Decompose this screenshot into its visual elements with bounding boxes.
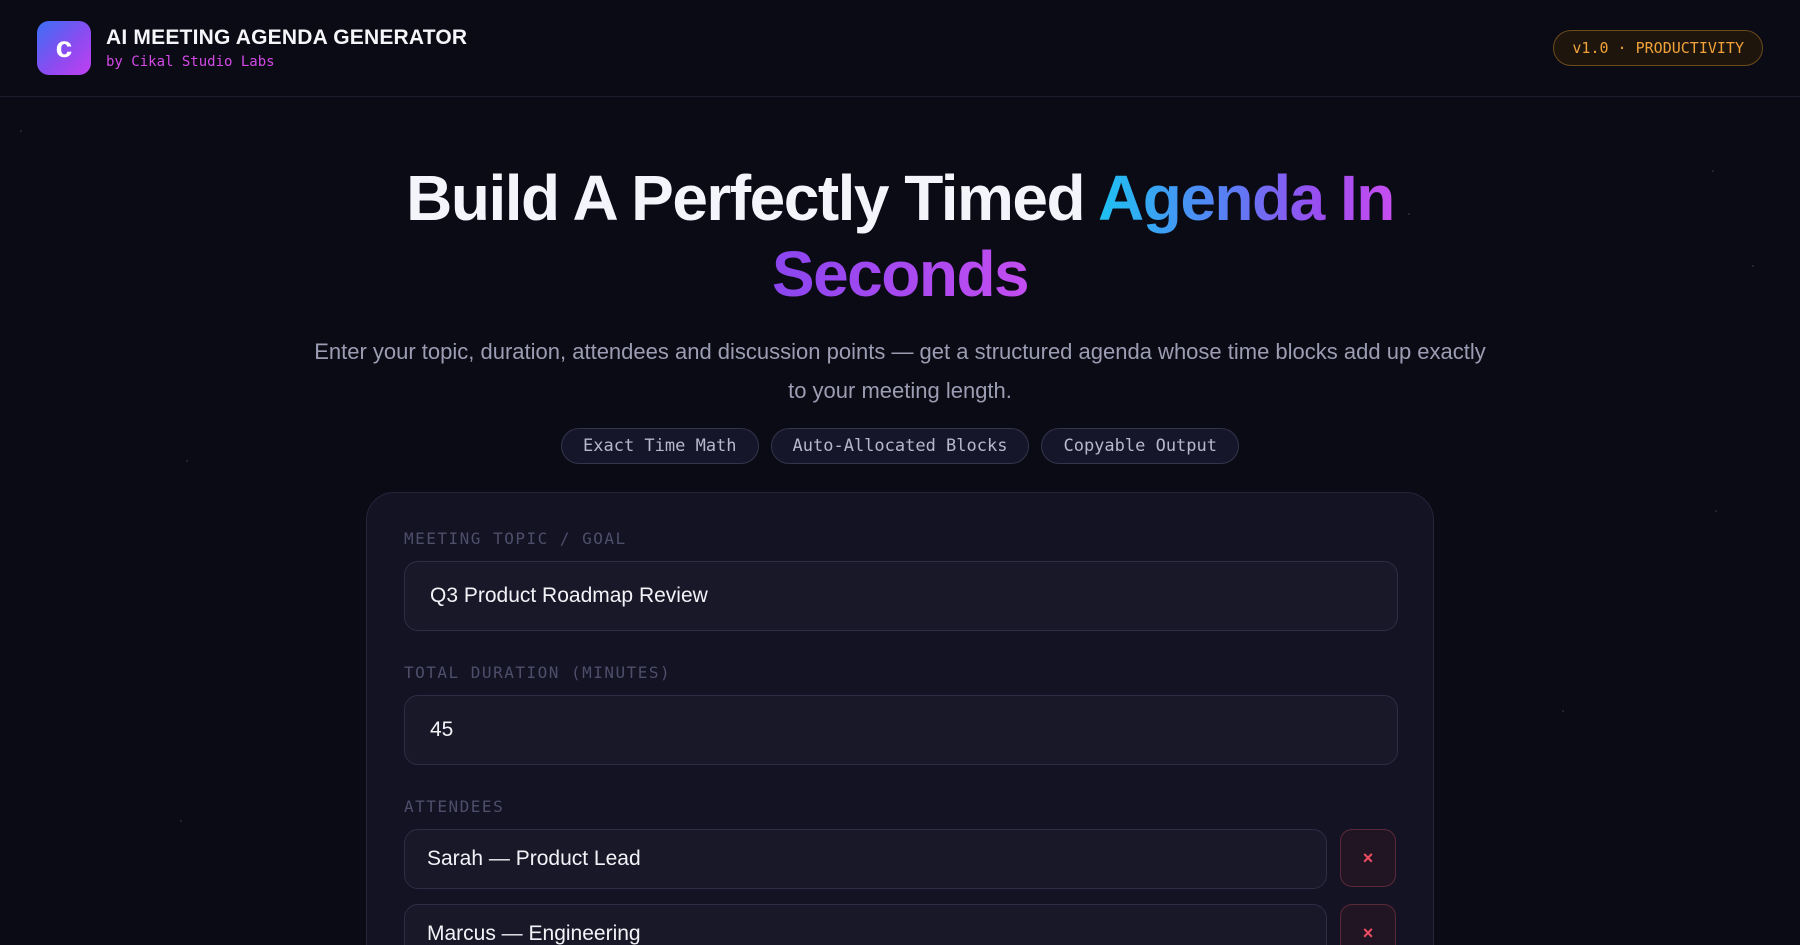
chip-exact-time-math: Exact Time Math — [561, 428, 759, 464]
app-logo: c — [37, 21, 91, 75]
hero-title: Build A Perfectly Timed Agenda In Second… — [0, 160, 1800, 312]
attendees-group: ATTENDEES Sarah — Product Lead × Marcus … — [404, 797, 1396, 945]
attendees-label: ATTENDEES — [404, 797, 505, 816]
hero-title-highlight-2: Seconds — [771, 238, 1030, 310]
duration-group: TOTAL DURATION (MINUTES) 45 — [404, 663, 1398, 765]
version-badge: v1.0 · PRODUCTIVITY — [1553, 30, 1763, 66]
feature-chips: Exact Time Math Auto-Allocated Blocks Co… — [0, 428, 1800, 464]
app-title: AI MEETING AGENDA GENERATOR — [106, 26, 468, 49]
app-header: c AI MEETING AGENDA GENERATOR by Cikal S… — [0, 0, 1800, 97]
close-icon: × — [1362, 922, 1374, 943]
hero-title-highlight: Agenda In — [1098, 162, 1395, 234]
topic-input[interactable]: Q3 Product Roadmap Review — [404, 561, 1398, 631]
attendee-row: Marcus — Engineering × — [404, 904, 1396, 945]
attendee-row: Sarah — Product Lead × — [404, 829, 1396, 889]
agenda-form-card: MEETING TOPIC / GOAL Q3 Product Roadmap … — [366, 492, 1434, 945]
duration-input[interactable]: 45 — [404, 695, 1398, 765]
hero-description: Enter your topic, duration, attendees an… — [314, 339, 1486, 403]
brand: c AI MEETING AGENDA GENERATOR by Cikal S… — [37, 21, 467, 75]
remove-attendee-button[interactable]: × — [1340, 904, 1396, 945]
attendee-input[interactable]: Sarah — Product Lead — [404, 829, 1328, 889]
topic-label: MEETING TOPIC / GOAL — [404, 529, 627, 548]
remove-attendee-button[interactable]: × — [1340, 829, 1396, 887]
attendee-input[interactable]: Marcus — Engineering — [404, 904, 1328, 945]
hero-section: Build A Perfectly Timed Agenda In Second… — [0, 160, 1800, 464]
hero-title-plain: Build A Perfectly Timed — [406, 162, 1099, 234]
topic-group: MEETING TOPIC / GOAL Q3 Product Roadmap … — [404, 529, 1398, 631]
chip-copyable-output: Copyable Output — [1041, 428, 1239, 464]
chip-auto-allocated-blocks: Auto-Allocated Blocks — [770, 428, 1030, 464]
app-subtitle: by Cikal Studio Labs — [106, 54, 275, 70]
duration-label: TOTAL DURATION (MINUTES) — [404, 663, 672, 682]
close-icon: × — [1362, 847, 1374, 868]
